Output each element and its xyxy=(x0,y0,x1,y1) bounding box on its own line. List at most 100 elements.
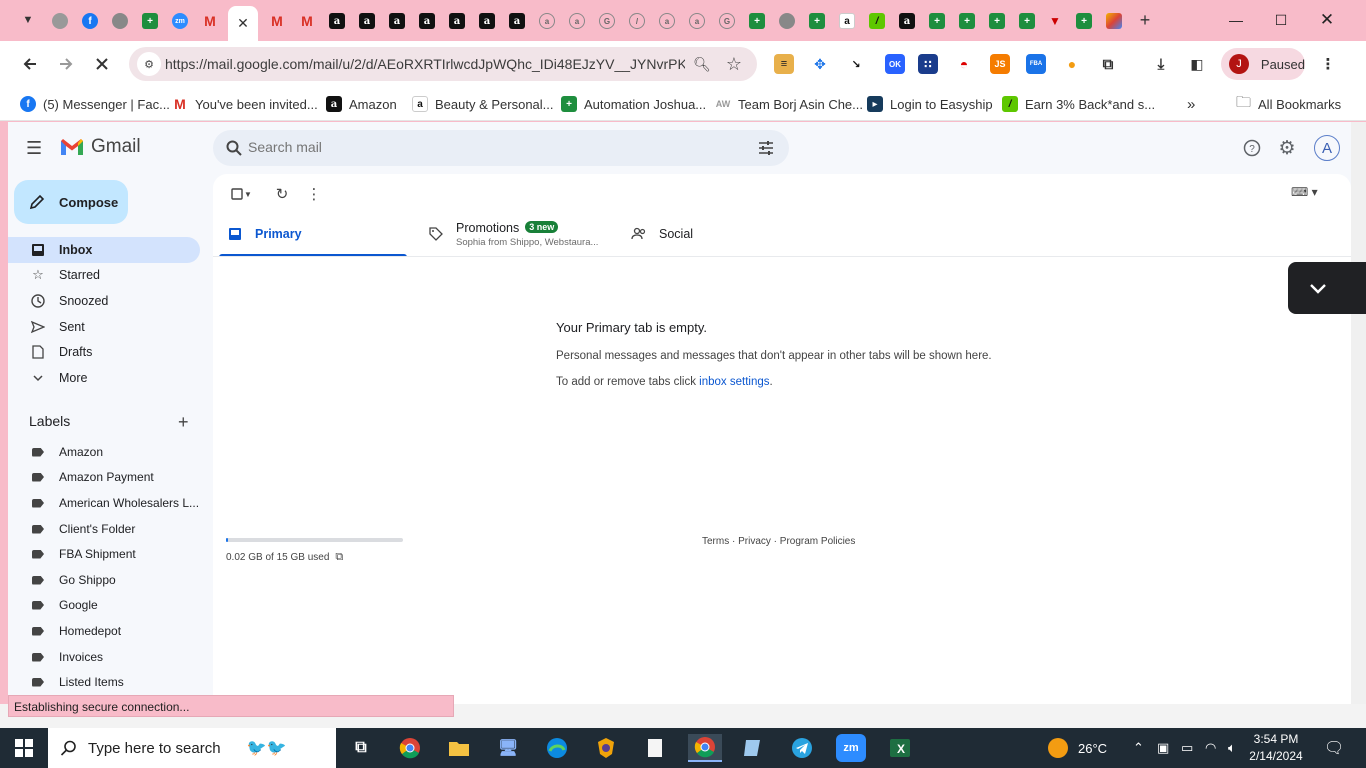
tab-primary[interactable]: Primary xyxy=(227,212,302,256)
star-icon[interactable]: ☆ xyxy=(724,54,744,74)
help-icon[interactable]: ? xyxy=(1241,137,1263,159)
extension-ok-icon[interactable]: OK xyxy=(885,54,905,74)
add-label-icon[interactable]: + xyxy=(178,412,189,433)
puzzle-icon[interactable]: ⧉ xyxy=(1098,54,1118,74)
more-vert-icon[interactable]: ⋮ xyxy=(304,184,324,204)
browser-tab[interactable]: a xyxy=(652,6,682,36)
nav-item-drafts[interactable]: Drafts xyxy=(8,339,200,365)
chrome-app-icon[interactable] xyxy=(395,734,425,762)
label-item[interactable]: FBA Shipment xyxy=(8,542,200,566)
tab-promotions[interactable]: Promotions 3 new Sophia from Shippo, Webs… xyxy=(428,212,598,256)
bookmark-item[interactable]: + Automation Joshua... xyxy=(561,93,706,115)
browser-tab[interactable]: ▼ xyxy=(1040,6,1070,36)
browser-tab[interactable]: + xyxy=(1069,6,1099,36)
browser-tab[interactable]: a xyxy=(562,6,592,36)
nav-item-inbox[interactable]: Inbox xyxy=(8,237,200,263)
extension-fba-icon[interactable]: FBA xyxy=(1026,54,1046,74)
browser-tab-active[interactable]: ✕ xyxy=(228,6,258,41)
browser-tab[interactable]: + xyxy=(922,6,952,36)
file-explorer-icon[interactable] xyxy=(444,734,474,762)
extension-js-icon[interactable]: JS xyxy=(990,54,1010,74)
label-item[interactable]: Client's Folder xyxy=(8,517,200,541)
browser-tab[interactable]: M xyxy=(195,6,225,36)
bookmark-item[interactable]: a Beauty & Personal... xyxy=(412,93,554,115)
wifi-icon[interactable]: ◠ xyxy=(1205,728,1216,768)
zoom-app-icon[interactable]: zm xyxy=(836,734,866,762)
tray-camera-icon[interactable]: ▣ xyxy=(1157,728,1169,768)
browser-tab[interactable]: / xyxy=(862,6,892,36)
search-input[interactable] xyxy=(248,139,728,155)
show-hidden-icons[interactable]: ⌃ xyxy=(1133,728,1144,768)
browser-tab[interactable]: a xyxy=(892,6,922,36)
close-window-button[interactable]: ✕ xyxy=(1304,0,1350,40)
more-bookmarks-button[interactable]: » xyxy=(1187,93,1195,115)
floating-panel[interactable] xyxy=(1288,262,1366,314)
bookmark-item[interactable]: M You've been invited... xyxy=(172,93,318,115)
browser-tab[interactable]: zm xyxy=(165,6,195,36)
browser-tab[interactable]: a xyxy=(532,6,562,36)
browser-tab[interactable]: G xyxy=(592,6,622,36)
download-icon[interactable]: ⤓ xyxy=(1151,54,1171,74)
telegram-icon[interactable] xyxy=(787,734,817,762)
browser-tab[interactable]: / xyxy=(622,6,652,36)
battery-icon[interactable]: ▭ xyxy=(1181,728,1193,768)
input-tools-icon[interactable]: ⌨ ▾ xyxy=(1291,185,1319,201)
excel-icon[interactable]: X xyxy=(885,734,915,762)
profile-button[interactable]: J Paused xyxy=(1221,48,1305,80)
browser-tab[interactable]: a xyxy=(502,6,532,36)
browser-tab[interactable] xyxy=(1099,6,1129,36)
nav-item-starred[interactable]: ☆ Starred xyxy=(8,262,200,288)
refresh-icon[interactable]: ↻ xyxy=(272,184,292,204)
label-item[interactable]: Google xyxy=(8,593,200,617)
browser-tab[interactable]: + xyxy=(982,6,1012,36)
all-bookmarks-button[interactable]: 🗀 All Bookmarks xyxy=(1236,93,1341,115)
bookmark-item[interactable]: f (5) Messenger | Fac... xyxy=(20,93,170,115)
windows-start-icon[interactable] xyxy=(14,738,34,758)
scrollbar[interactable] xyxy=(1351,122,1366,704)
label-item[interactable]: Homedepot xyxy=(8,619,200,643)
browser-tab[interactable]: a xyxy=(682,6,712,36)
extension-icon[interactable]: ↘ xyxy=(846,54,866,74)
bookmark-item[interactable]: AW Team Borj Asin Che... xyxy=(715,93,863,115)
notepad-icon[interactable] xyxy=(640,734,670,762)
nav-item-sent[interactable]: Sent xyxy=(8,314,200,340)
side-panel-icon[interactable]: ◧ xyxy=(1187,54,1207,74)
tab-search-dropdown[interactable]: ▼ xyxy=(14,8,42,32)
label-item[interactable]: Amazon Payment xyxy=(8,465,200,489)
bookmark-item[interactable]: a Amazon xyxy=(326,93,397,115)
label-item[interactable]: Amazon xyxy=(8,440,200,464)
site-info-icon[interactable]: ⚙ xyxy=(137,52,161,76)
bookmark-item[interactable]: ▸ Login to Easyship xyxy=(867,93,993,115)
browser-tab[interactable]: M xyxy=(292,6,322,36)
browser-tab[interactable]: a xyxy=(382,6,412,36)
brave-icon[interactable] xyxy=(591,734,621,762)
notifications-icon[interactable]: 🗨︎ xyxy=(1324,728,1344,768)
browser-tab[interactable]: a xyxy=(412,6,442,36)
nav-item-snoozed[interactable]: Snoozed xyxy=(8,288,200,314)
extension-icon[interactable]: ● xyxy=(1062,54,1082,74)
extension-icon[interactable]: ≡ xyxy=(774,54,794,74)
extension-icon[interactable]: ✥ xyxy=(810,54,830,74)
edge-icon[interactable] xyxy=(542,734,572,762)
select-dropdown-icon[interactable]: ▼ xyxy=(243,184,253,204)
stop-loading-button[interactable] xyxy=(88,50,116,78)
bookmark-item[interactable]: / Earn 3% Back*and s... xyxy=(1002,93,1155,115)
main-menu-icon[interactable]: ☰ xyxy=(26,138,46,158)
browser-tab[interactable]: + xyxy=(802,6,832,36)
browser-tab[interactable]: a xyxy=(322,6,352,36)
volume-muted-icon[interactable]: 🔈︎ xyxy=(1228,728,1236,768)
browser-tab[interactable]: a xyxy=(442,6,472,36)
minimize-button[interactable]: — xyxy=(1213,0,1259,40)
browser-tab[interactable]: a xyxy=(352,6,382,36)
back-button[interactable] xyxy=(16,50,44,78)
search-options-icon[interactable] xyxy=(757,139,775,157)
browser-tab[interactable] xyxy=(772,6,802,36)
nav-item-more[interactable]: More xyxy=(8,365,200,391)
taskbar-search[interactable]: Type here to search 🐦🐦 xyxy=(48,728,336,768)
inbox-settings-link[interactable]: inbox settings xyxy=(699,376,769,388)
system-clock[interactable]: 3:54 PM 2/14/2024 xyxy=(1248,731,1304,765)
footer-links[interactable]: Terms · Privacy · Program Policies xyxy=(702,536,855,547)
chevron-down-icon[interactable] xyxy=(1306,276,1330,300)
more-vert-icon[interactable]: ⋮ xyxy=(1318,54,1338,74)
extension-pokeball-icon[interactable]: ◓ xyxy=(954,54,974,74)
